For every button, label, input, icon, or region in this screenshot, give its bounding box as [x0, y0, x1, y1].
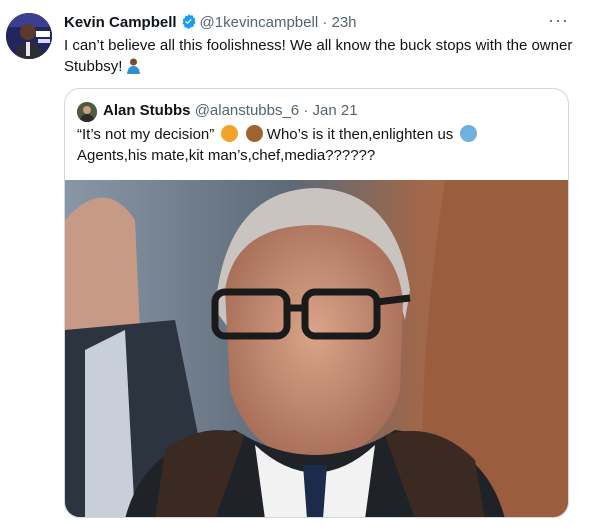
quote-author-handle[interactable]: @alanstubbs_6 [195, 102, 299, 119]
hot-face-emoji-icon [221, 125, 239, 142]
verified-badge-icon [180, 13, 197, 36]
quote-text: “It’s not my decision” Who’s is it then,… [77, 124, 557, 166]
more-horizontal-icon[interactable]: ··· [548, 10, 569, 31]
person-emoji-icon [125, 57, 142, 74]
author-avatar[interactable] [6, 13, 52, 59]
quote-date[interactable]: Jan 21 [313, 102, 358, 119]
author-name[interactable]: Kevin Campbell [64, 14, 177, 31]
quote-separator: · [303, 102, 309, 119]
quote-header: Alan Stubbs @alanstubbs_6 · Jan 21 [103, 101, 358, 121]
quote-line-2: Agents,his mate,kit man’s,chef,media????… [77, 147, 376, 164]
quote-photo[interactable] [65, 180, 568, 517]
quoted-tweet[interactable]: Alan Stubbs @alanstubbs_6 · Jan 21 “It’s… [64, 88, 569, 518]
see-no-evil-monkey-emoji-icon [245, 125, 263, 142]
quote-line-1b: Who’s is it then,enlighten us [266, 126, 454, 143]
tweet-text: I can’t believe all this foolishness! We… [64, 35, 574, 77]
quote-author-avatar[interactable] [77, 102, 97, 122]
person-shrugging-emoji-icon [460, 125, 478, 142]
header-separator: · [322, 14, 328, 31]
quote-line-1: “It’s not my decision” [77, 126, 215, 143]
tweet-time[interactable]: 23h [332, 14, 357, 31]
tweet-header: Kevin Campbell @1kevincampbell · 23h [64, 13, 357, 36]
author-handle[interactable]: @1kevincampbell [200, 14, 319, 31]
quote-author-name[interactable]: Alan Stubbs [103, 102, 191, 119]
